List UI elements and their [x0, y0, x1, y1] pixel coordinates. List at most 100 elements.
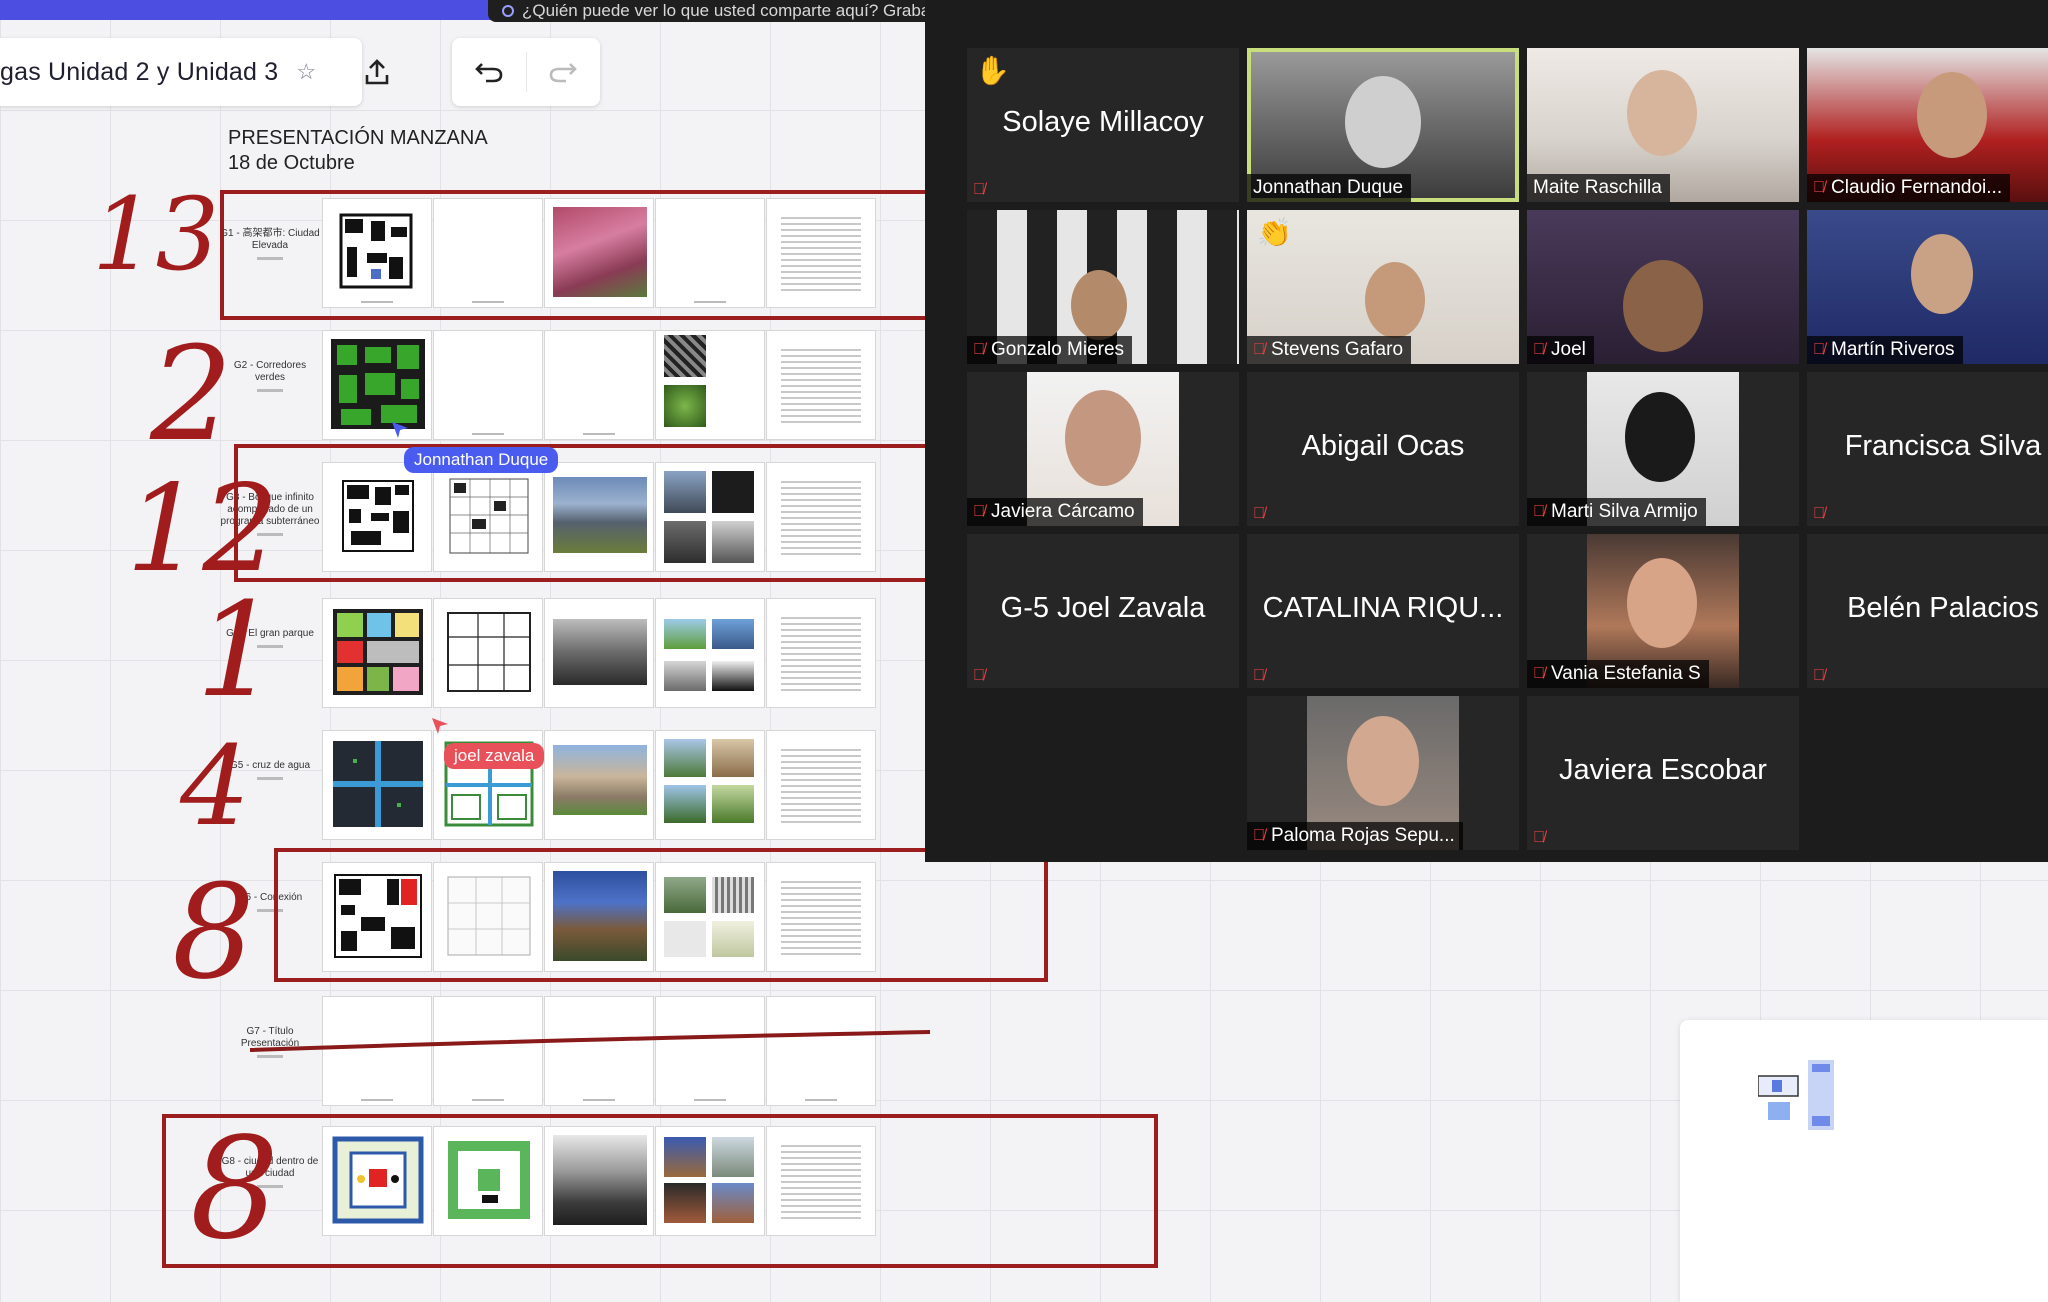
- undo-redo-toolbar: [452, 38, 600, 106]
- silhouette-photo: [712, 661, 754, 691]
- slide-plan[interactable]: [322, 330, 432, 440]
- muted-mic-icon: 🎙̸: [1813, 667, 1825, 684]
- participant-tile-active[interactable]: Jonnathan Duque: [1247, 48, 1519, 202]
- garden-photo: [712, 785, 754, 823]
- towers-photo: [712, 619, 754, 649]
- raised-hand-icon: ✋: [975, 55, 1010, 86]
- participant-tile[interactable]: 🎙̸ Claudio Fernandoi...: [1807, 48, 2048, 202]
- slide-photos[interactable]: [655, 598, 765, 708]
- plaza-photo: [664, 739, 706, 777]
- muted-mic-icon: 🎙̸: [973, 181, 985, 198]
- facade-photo: [712, 739, 754, 777]
- muted-mic-icon: 🎙̸: [973, 667, 985, 684]
- recording-icon: [502, 5, 514, 17]
- muted-mic-icon: 🎙̸: [1813, 505, 1825, 522]
- slide-photos[interactable]: [655, 730, 765, 840]
- board-minimap[interactable]: [1680, 1020, 2048, 1302]
- participant-tile[interactable]: 🎙̸ Joel: [1527, 210, 1799, 364]
- participant-tag: 🎙̸: [967, 664, 993, 688]
- cursor-label-jonnathan: Jonnathan Duque: [404, 447, 559, 473]
- participant-tile[interactable]: ✋ Solaye Millacoy 🎙̸: [967, 48, 1239, 202]
- buildings-photo: [553, 745, 647, 815]
- slide-caption-bar: [694, 1099, 726, 1101]
- participant-tile[interactable]: Belén Palacios 🎙̸: [1807, 534, 2048, 688]
- participant-name: Javiera Cárcamo: [991, 501, 1135, 522]
- slide-text[interactable]: [766, 330, 876, 440]
- participant-tile[interactable]: 🎙̸ Martín Riveros: [1807, 210, 2048, 364]
- slide-plan[interactable]: [322, 598, 432, 708]
- participant-tile[interactable]: 🎙̸ Marti Silva Armijo: [1527, 372, 1799, 526]
- participant-face: [1911, 234, 1973, 314]
- slide-photo[interactable]: [544, 730, 654, 840]
- participant-tag: 🎙̸ Marti Silva Armijo: [1527, 498, 1706, 526]
- participant-face: [1623, 260, 1703, 352]
- participant-tile[interactable]: 🎙̸ Gonzalo Mieres: [967, 210, 1239, 364]
- slide-caption-bar: [472, 1099, 504, 1101]
- participant-name: Stevens Gafaro: [1271, 339, 1404, 360]
- slide-photos[interactable]: [655, 330, 765, 440]
- anime-avatar: [1625, 392, 1695, 482]
- participant-name: Marti Silva Armijo: [1551, 501, 1698, 522]
- participant-tag: 🎙̸: [1247, 502, 1273, 526]
- participant-tile[interactable]: CATALINA RIQU... 🎙̸: [1247, 534, 1519, 688]
- participant-name: Gonzalo Mieres: [991, 339, 1125, 360]
- participant-face: [1365, 262, 1425, 338]
- star-icon[interactable]: ☆: [296, 59, 316, 85]
- participant-tag: 🎙̸ Javiera Cárcamo: [967, 498, 1143, 526]
- undo-button[interactable]: [452, 38, 526, 106]
- participant-tile[interactable]: G-5 Joel Zavala 🎙̸: [967, 534, 1239, 688]
- muted-mic-icon: 🎙̸: [1813, 179, 1825, 196]
- row-label: G2 - Corredores verdes: [220, 360, 320, 392]
- cursor-arrow-icon: [392, 422, 408, 438]
- participant-tag: Jonnathan Duque: [1247, 174, 1412, 202]
- slide-text[interactable]: [766, 730, 876, 840]
- slide-photo[interactable]: [544, 598, 654, 708]
- participant-tile[interactable]: 🎙̸ Javiera Cárcamo: [967, 372, 1239, 526]
- muted-mic-icon: 🎙̸: [1253, 341, 1265, 358]
- upload-icon[interactable]: [362, 55, 392, 89]
- participant-tag: 🎙̸ Claudio Fernandoi...: [1807, 174, 2011, 202]
- slide-caption-bar: [472, 433, 504, 435]
- participant-face: [1627, 558, 1697, 648]
- participant-tile[interactable]: Javiera Escobar 🎙̸: [1527, 696, 1799, 850]
- muted-mic-icon: 🎙̸: [1533, 341, 1545, 358]
- participant-name: Claudio Fernandoi...: [1831, 177, 2003, 198]
- participant-tile[interactable]: Maite Raschilla: [1527, 48, 1799, 202]
- annotation-box-g1: [220, 190, 932, 320]
- slide-plan[interactable]: [322, 730, 432, 840]
- annotation-box-g8: [162, 1114, 1158, 1268]
- annotation-number: 4: [180, 722, 250, 850]
- participant-face: [1917, 72, 1987, 158]
- participant-name: Vania Estefania S: [1551, 663, 1701, 684]
- participant-tile[interactable]: 🎙̸ Paloma Rojas Sepu...: [1247, 696, 1519, 850]
- participant-face: [1347, 716, 1419, 806]
- participant-tag: 🎙̸ Joel: [1527, 336, 1594, 364]
- annotation-number: 1: [196, 574, 279, 726]
- muted-mic-icon: 🎙̸: [1253, 667, 1265, 684]
- presentation-title-text: PRESENTACIÓN MANZANA: [228, 127, 488, 149]
- slide-caption-bar: [805, 1099, 837, 1101]
- board-title[interactable]: gas Unidad 2 y Unidad 3: [0, 58, 278, 87]
- slide-blank[interactable]: [544, 330, 654, 440]
- presentation-date: 18 de Octubre: [228, 152, 355, 174]
- slide-plan-detailed[interactable]: [433, 598, 543, 708]
- participant-tile[interactable]: 🎙̸ Vania Estefania S: [1527, 534, 1799, 688]
- participant-name: Belén Palacios: [1847, 592, 2039, 624]
- participant-tile[interactable]: Francisca Silva 🎙̸: [1807, 372, 2048, 526]
- slide-blank[interactable]: [433, 330, 543, 440]
- participant-tile[interactable]: Abigail Ocas 🎙̸: [1247, 372, 1519, 526]
- slide-text[interactable]: [766, 598, 876, 708]
- text-lines: [781, 345, 861, 425]
- participant-name: G-5 Joel Zavala: [1000, 592, 1206, 624]
- participant-face: [1065, 390, 1141, 486]
- participant-tile[interactable]: 👏 🎙̸ Stevens Gafaro: [1247, 210, 1519, 364]
- participant-tag: 🎙̸: [1527, 826, 1553, 850]
- participant-name: CATALINA RIQU...: [1262, 592, 1504, 624]
- park-photo: [664, 619, 706, 649]
- slide-caption-bar: [361, 1099, 393, 1101]
- participant-tag: 🎙̸: [1807, 502, 1833, 526]
- participant-name: Solaye Millacoy: [1002, 106, 1204, 138]
- redo-button[interactable]: [525, 52, 601, 92]
- participant-tag: 🎙̸ Paloma Rojas Sepu...: [1247, 822, 1463, 850]
- muted-mic-icon: 🎙̸: [973, 341, 985, 358]
